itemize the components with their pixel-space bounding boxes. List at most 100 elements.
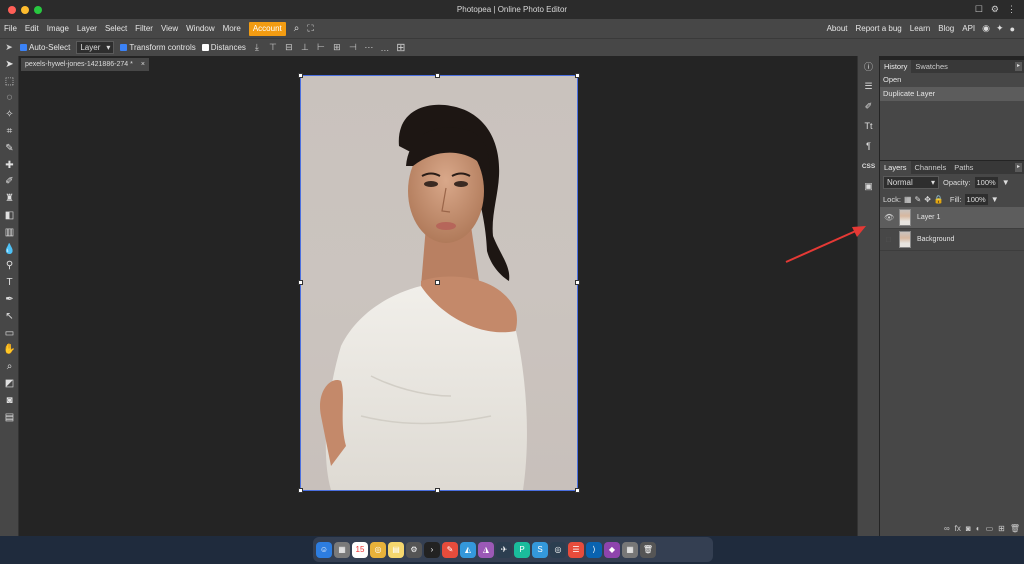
menu-learn[interactable]: Learn: [906, 19, 934, 38]
image-icon[interactable]: ▣: [858, 176, 879, 196]
marquee-tool-icon[interactable]: ⬚: [0, 73, 19, 90]
blur-tool-icon[interactable]: 💧: [0, 241, 19, 258]
distances-checkbox[interactable]: Distances: [201, 43, 246, 52]
history-item[interactable]: Duplicate Layer: [880, 87, 1024, 101]
healing-tool-icon[interactable]: ✚: [0, 157, 19, 174]
finder-icon[interactable]: ☺: [316, 541, 332, 558]
search-icon[interactable]: ⌕: [290, 19, 304, 38]
chevron-down-icon[interactable]: ▼: [991, 195, 999, 204]
gradient-tool-icon[interactable]: ▥: [0, 224, 19, 241]
info-icon[interactable]: ⓘ: [858, 56, 879, 76]
menu-image[interactable]: Image: [43, 19, 73, 38]
brush-tool-icon[interactable]: ✐: [0, 174, 19, 191]
link-layers-icon[interactable]: ∞: [944, 524, 950, 533]
calendar-icon[interactable]: 15: [352, 541, 368, 558]
shape-tool-icon[interactable]: ▭: [0, 325, 19, 342]
auto-select-checkbox[interactable]: Auto-Select: [20, 43, 70, 52]
align-top-icon[interactable]: ⊤: [268, 42, 278, 53]
layer-mask-icon[interactable]: ◙: [966, 524, 971, 533]
hand-tool-icon[interactable]: ✋: [0, 342, 19, 359]
history-item[interactable]: Open: [880, 73, 1024, 87]
crop-tool-icon[interactable]: ⌗: [0, 123, 19, 140]
fill-input[interactable]: 100%: [964, 193, 988, 205]
layer-effects-icon[interactable]: fx: [955, 524, 961, 533]
auto-select-target-dropdown[interactable]: Layer ▾: [76, 41, 115, 54]
app-icon[interactable]: P: [514, 541, 530, 558]
new-layer-icon[interactable]: ⊞: [998, 524, 1005, 533]
brush-settings-icon[interactable]: ✐: [858, 96, 879, 116]
tab-layers[interactable]: Layers: [880, 161, 911, 174]
align-left-icon[interactable]: ⊢: [316, 42, 326, 53]
tab-history[interactable]: History: [880, 60, 912, 73]
css-button[interactable]: CSS: [858, 156, 879, 176]
document-tab[interactable]: pexels-hywel-jones-1421886-274 * ×: [21, 58, 149, 71]
menu-report-bug[interactable]: Report a bug: [852, 19, 906, 38]
minimize-window-button[interactable]: [21, 6, 29, 14]
menu-more[interactable]: More: [219, 19, 245, 38]
more-icon[interactable]: ⋮: [1007, 4, 1016, 15]
lock-position-icon[interactable]: ✥: [924, 195, 931, 204]
chrome-icon[interactable]: ◎: [370, 541, 386, 558]
chevron-down-icon[interactable]: ▼: [1002, 178, 1010, 187]
menu-view[interactable]: View: [157, 19, 182, 38]
menu-select[interactable]: Select: [101, 19, 131, 38]
tab-paths[interactable]: Paths: [950, 161, 977, 174]
layer-row-layer-1[interactable]: 👁 Layer 1: [880, 207, 1024, 229]
dodge-tool-icon[interactable]: ⚲: [0, 258, 19, 275]
distribute-icon[interactable]: ⋯: [364, 42, 374, 53]
opacity-input[interactable]: 100%: [974, 177, 998, 188]
eyedropper-tool-icon[interactable]: ✎: [0, 140, 19, 157]
menu-about[interactable]: About: [823, 19, 852, 38]
fullscreen-icon[interactable]: ⛶: [303, 19, 317, 38]
lock-all-icon[interactable]: 🔒: [934, 195, 944, 204]
reddit-icon[interactable]: ◉: [979, 23, 993, 34]
download-icon[interactable]: ⤓: [252, 42, 262, 53]
account-button[interactable]: Account: [248, 21, 286, 36]
pen-tool-icon[interactable]: ✒: [0, 291, 19, 308]
bookmark-icon[interactable]: ☐: [975, 4, 983, 15]
image-canvas[interactable]: [301, 76, 577, 490]
zoom-window-button[interactable]: [34, 6, 42, 14]
transform-controls-checkbox[interactable]: Transform controls: [120, 43, 196, 52]
stamp-tool-icon[interactable]: ♜: [0, 190, 19, 207]
paragraph-icon[interactable]: ¶: [858, 136, 879, 156]
calculator-icon[interactable]: ▦: [622, 541, 638, 558]
menu-blog[interactable]: Blog: [934, 19, 958, 38]
trash-icon[interactable]: 🗑: [640, 541, 656, 558]
layer-row-background[interactable]: □ Background: [880, 229, 1024, 251]
align-right-icon[interactable]: ⊣: [348, 42, 358, 53]
lock-transparency-icon[interactable]: ▦: [904, 195, 912, 204]
lasso-tool-icon[interactable]: ◌: [0, 90, 19, 107]
app-icon[interactable]: ◮: [478, 541, 494, 558]
properties-icon[interactable]: ☰: [858, 76, 879, 96]
align-middle-icon[interactable]: ⊟: [284, 42, 294, 53]
color-swatches-icon[interactable]: ◩: [0, 375, 19, 392]
extensions-icon[interactable]: ⚙: [991, 4, 999, 15]
tab-swatches[interactable]: Swatches: [911, 60, 952, 73]
path-select-tool-icon[interactable]: ↖: [0, 308, 19, 325]
twitter-icon[interactable]: ✦: [993, 23, 1007, 34]
notes-icon[interactable]: ▤: [388, 541, 404, 558]
app-icon[interactable]: ✈: [496, 541, 512, 558]
screen-mode-icon[interactable]: ▤: [0, 409, 19, 426]
grid-icon[interactable]: ⊞: [396, 41, 406, 54]
quick-mask-icon[interactable]: ◙: [0, 392, 19, 409]
blend-mode-dropdown[interactable]: Normal ▾: [883, 176, 939, 189]
character-icon[interactable]: Tt: [858, 116, 879, 136]
app-icon[interactable]: ◭: [460, 541, 476, 558]
menu-layer[interactable]: Layer: [73, 19, 101, 38]
delete-layer-icon[interactable]: 🗑: [1010, 524, 1020, 533]
menu-filter[interactable]: Filter: [131, 19, 157, 38]
close-window-button[interactable]: [8, 6, 16, 14]
eraser-tool-icon[interactable]: ◧: [0, 207, 19, 224]
facebook-icon[interactable]: ●: [1007, 24, 1018, 34]
magic-wand-tool-icon[interactable]: ✧: [0, 106, 19, 123]
align-center-icon[interactable]: ⊞: [332, 42, 342, 53]
panel-menu-icon[interactable]: ▸: [1015, 163, 1022, 172]
app-icon[interactable]: ☰: [568, 541, 584, 558]
terminal-icon[interactable]: ›: [424, 541, 440, 558]
menu-window[interactable]: Window: [182, 19, 218, 38]
visibility-toggle-icon[interactable]: □: [884, 235, 893, 244]
vscode-icon[interactable]: ⟩: [586, 541, 602, 558]
lock-pixels-icon[interactable]: ✎: [915, 195, 922, 204]
